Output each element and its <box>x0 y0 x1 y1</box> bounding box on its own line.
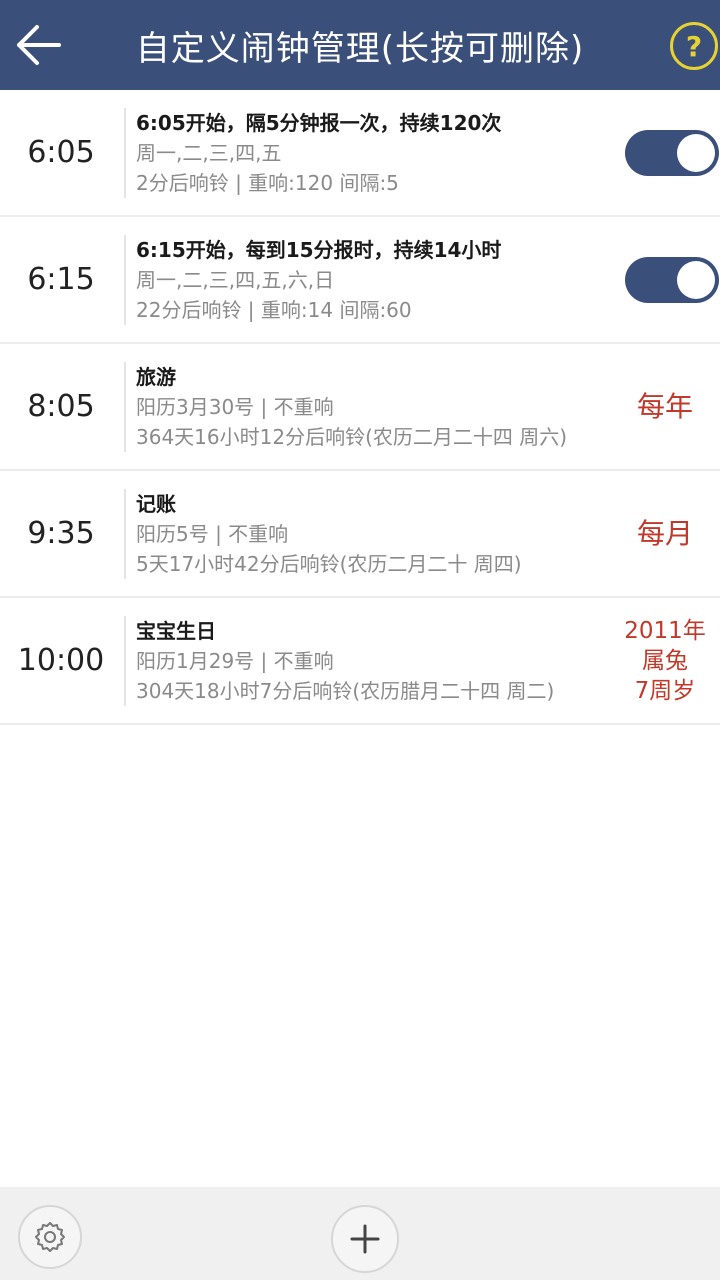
alarm-countdown: 364天16小时12分后响铃(农历二月二十四 周六) <box>136 425 568 449</box>
alarm-right: 2011年 属兔 7周岁 <box>610 598 720 723</box>
alarm-info: 6:15开始，每到15分报时，持续14小时 周一,二,三,四,五,六,日 22分… <box>136 235 626 325</box>
alarm-countdown: 2分后响铃 | 重响:120 间隔:5 <box>136 171 399 195</box>
alarm-title: 6:05开始，隔5分钟报一次，持续120次 <box>136 111 502 135</box>
add-alarm-button[interactable] <box>331 1205 399 1273</box>
birth-year-label: 2011年 <box>624 617 706 644</box>
birthday-info: 2011年 属兔 7周岁 <box>624 616 706 706</box>
plus-icon <box>350 1224 380 1254</box>
alarm-right: 每月 <box>610 471 720 596</box>
alarm-repeat-days: 周一,二,三,四,五,六,日 <box>136 268 335 292</box>
toggle-knob <box>677 260 715 299</box>
toggle-knob <box>677 133 715 172</box>
alarm-repeat-days: 周一,二,三,四,五 <box>136 141 282 165</box>
row-divider <box>124 235 126 325</box>
alarm-countdown: 5天17小时42分后响铃(农历二月二十 周四) <box>136 552 522 576</box>
alarm-time: 10:00 <box>17 643 105 678</box>
alarm-right <box>610 217 720 342</box>
alarm-right <box>610 90 720 215</box>
bottom-bar <box>0 1187 720 1280</box>
alarm-date: 阳历1月29号 | 不重响 <box>136 649 334 673</box>
alarm-title: 旅游 <box>136 365 176 389</box>
settings-button[interactable] <box>18 1205 82 1269</box>
alarm-row[interactable]: 10:00 宝宝生日 阳历1月29号 | 不重响 304天18小时7分后响铃(农… <box>0 598 720 725</box>
alarm-row[interactable]: 6:15 6:15开始，每到15分报时，持续14小时 周一,二,三,四,五,六,… <box>0 217 720 344</box>
help-icon: ? <box>670 22 718 70</box>
row-divider <box>124 616 126 706</box>
row-divider <box>124 362 126 452</box>
app-root: 自定义闹钟管理(长按可删除) ? 6:05 6:05开始，隔5分钟报一次，持续1… <box>0 0 720 1280</box>
alarm-time: 8:05 <box>27 389 95 424</box>
alarm-enable-toggle[interactable] <box>625 256 719 303</box>
alarm-countdown: 22分后响铃 | 重响:14 间隔:60 <box>136 298 412 322</box>
alarm-row[interactable]: 6:05 6:05开始，隔5分钟报一次，持续120次 周一,二,三,四,五 2分… <box>0 90 720 217</box>
row-divider <box>124 108 126 198</box>
alarm-countdown: 304天18小时7分后响铃(农历腊月二十四 周二) <box>136 679 555 703</box>
alarm-time: 6:05 <box>27 135 95 170</box>
alarm-date: 阳历5号 | 不重响 <box>136 522 289 546</box>
alarm-enable-toggle[interactable] <box>625 129 719 176</box>
gear-icon <box>35 1222 65 1252</box>
alarm-title: 6:15开始，每到15分报时，持续14小时 <box>136 238 502 262</box>
page-title: 自定义闹钟管理(长按可删除) <box>135 28 585 69</box>
age-label: 7周岁 <box>634 677 696 704</box>
alarm-title: 宝宝生日 <box>136 619 216 643</box>
alarm-list: 6:05 6:05开始，隔5分钟报一次，持续120次 周一,二,三,四,五 2分… <box>0 90 720 725</box>
header-bar: 自定义闹钟管理(长按可删除) ? <box>0 0 720 90</box>
alarm-row[interactable]: 8:05 旅游 阳历3月30号 | 不重响 364天16小时12分后响铃(农历二… <box>0 344 720 471</box>
repeat-type-label: 每年 <box>636 389 693 423</box>
zodiac-label: 属兔 <box>641 647 688 674</box>
alarm-title: 记账 <box>136 492 176 516</box>
alarm-time: 9:35 <box>27 516 95 551</box>
alarm-info: 宝宝生日 阳历1月29号 | 不重响 304天18小时7分后响铃(农历腊月二十四… <box>136 616 626 706</box>
row-divider <box>124 489 126 579</box>
alarm-info: 记账 阳历5号 | 不重响 5天17小时42分后响铃(农历二月二十 周四) <box>136 489 626 579</box>
alarm-row[interactable]: 9:35 记账 阳历5号 | 不重响 5天17小时42分后响铃(农历二月二十 周… <box>0 471 720 598</box>
alarm-right: 每年 <box>610 344 720 469</box>
alarm-info: 6:05开始，隔5分钟报一次，持续120次 周一,二,三,四,五 2分后响铃 |… <box>136 108 626 198</box>
alarm-info: 旅游 阳历3月30号 | 不重响 364天16小时12分后响铃(农历二月二十四 … <box>136 362 626 452</box>
alarm-date: 阳历3月30号 | 不重响 <box>136 395 334 419</box>
help-button[interactable]: ? <box>668 20 720 72</box>
alarm-time: 6:15 <box>27 262 95 297</box>
repeat-type-label: 每月 <box>636 516 693 550</box>
